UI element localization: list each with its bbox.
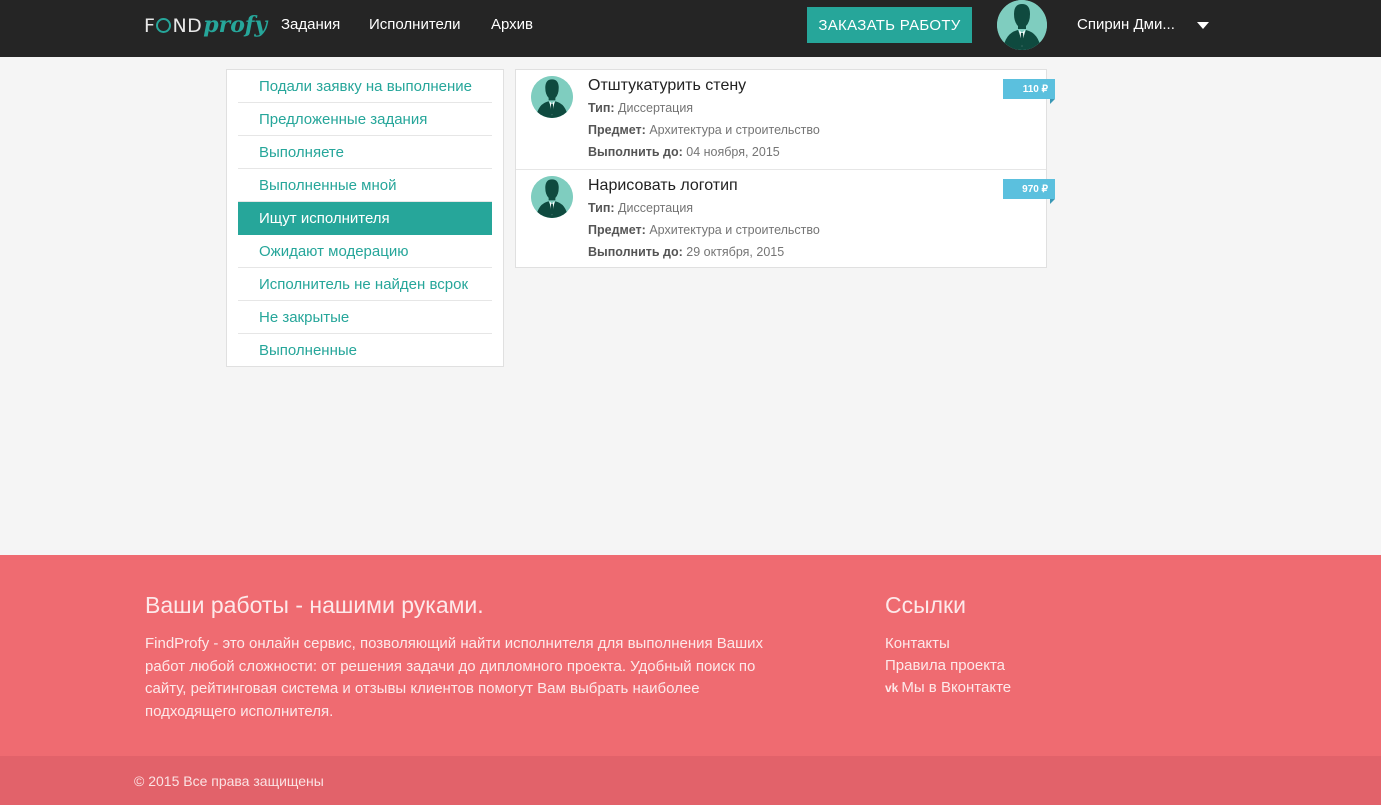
- person-silhouette-icon: [531, 176, 573, 218]
- order-work-button[interactable]: ЗАКАЗАТЬ РАБОТУ: [807, 7, 972, 43]
- menu-item-seeking-performer[interactable]: Ищут исполнителя: [238, 202, 492, 235]
- task-title[interactable]: Нарисовать логотип: [588, 177, 738, 195]
- user-avatar[interactable]: [997, 0, 1047, 50]
- vk-icon: vk: [885, 681, 899, 695]
- footer-link-contacts[interactable]: Контакты: [885, 635, 950, 652]
- footer: Ваши работы - нашими руками. FindProfy -…: [0, 555, 1381, 756]
- person-silhouette-icon: [997, 0, 1047, 50]
- client-avatar: [531, 76, 573, 118]
- logo[interactable]: F ND profy: [144, 12, 267, 46]
- footer-description: FindProfy - это онлайн сервис, позволяющ…: [145, 635, 764, 720]
- menu-item-applied[interactable]: Подали заявку на выполнение: [238, 70, 492, 103]
- task-subject: Предмет: Архитектура и строительство: [588, 123, 820, 137]
- nav-link-archive[interactable]: Архив: [491, 16, 533, 33]
- copyright-text: © 2015 Все права защищены: [134, 773, 324, 789]
- logo-find-text: F ND: [144, 15, 203, 37]
- copyright-bar: © 2015 Все права защищены: [0, 756, 1381, 805]
- menu-item-in-progress[interactable]: Выполняете: [238, 136, 492, 169]
- top-navbar: F ND profy Задания Исполнители Архив ЗАКА…: [0, 0, 1381, 57]
- task-type: Тип: Диссертация: [588, 101, 694, 115]
- caret-down-icon[interactable]: [1197, 22, 1209, 29]
- client-avatar: [531, 176, 573, 218]
- footer-link-vk[interactable]: vk Мы в Вконтакте: [885, 679, 1011, 696]
- person-silhouette-icon: [531, 76, 573, 118]
- user-name[interactable]: Спирин Дми...: [1077, 16, 1175, 33]
- task-type: Тип: Диссертация: [588, 201, 694, 215]
- footer-links-title: Ссылки: [885, 592, 966, 618]
- nav-link-performers[interactable]: Исполнители: [369, 16, 461, 33]
- menu-item-offered[interactable]: Предложенные задания: [238, 103, 492, 136]
- price-badge: 110 ₽: [1003, 79, 1055, 104]
- task-due-date: Выполнить до: 04 ноября, 2015: [588, 145, 780, 159]
- menu-item-performer-not-found[interactable]: Исполнитель не найден всрок: [238, 268, 492, 301]
- task-card[interactable]: Отштукатурить стену Тип: Диссертация Пре…: [516, 70, 1055, 169]
- task-subject: Предмет: Архитектура и строительство: [588, 223, 820, 237]
- task-filter-menu: Подали заявку на выполнение Предложенные…: [226, 69, 504, 367]
- task-list: Отштукатурить стену Тип: Диссертация Пре…: [515, 69, 1055, 268]
- task-title[interactable]: Отштукатурить стену: [588, 77, 746, 95]
- menu-item-completed-by-me[interactable]: Выполненные мной: [238, 169, 492, 202]
- menu-item-not-closed[interactable]: Не закрытые: [238, 301, 492, 334]
- magnifier-icon: [156, 18, 172, 33]
- nav-link-tasks[interactable]: Задания: [281, 16, 340, 33]
- menu-item-awaiting-moderation[interactable]: Ожидают модерацию: [238, 235, 492, 268]
- task-due-date: Выполнить до: 29 октября, 2015: [588, 245, 785, 259]
- menu-item-completed[interactable]: Выполненные: [238, 334, 492, 367]
- price-badge: 970 ₽: [1003, 179, 1055, 204]
- task-card[interactable]: Нарисовать логотип Тип: Диссертация Пред…: [516, 169, 1055, 268]
- logo-profy-text: profy: [203, 12, 268, 38]
- footer-title: Ваши работы - нашими руками.: [145, 592, 484, 618]
- footer-link-rules[interactable]: Правила проекта: [885, 657, 1005, 674]
